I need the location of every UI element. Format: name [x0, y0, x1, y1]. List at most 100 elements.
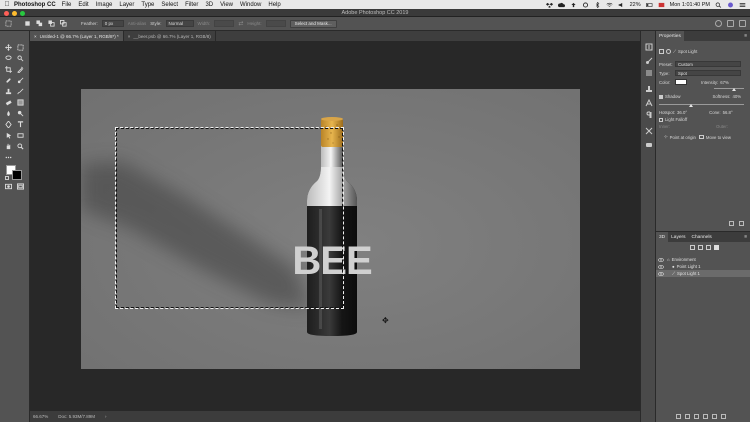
share-icon[interactable]	[739, 20, 746, 27]
menu-file[interactable]: File	[62, 2, 72, 8]
default-colors-icon[interactable]	[5, 176, 9, 180]
visibility-eye-icon[interactable]	[658, 257, 664, 262]
minimize-window-button[interactable]	[12, 10, 17, 16]
paragraph-panel-icon[interactable]	[645, 111, 653, 119]
lights-icon[interactable]	[714, 245, 719, 250]
cone-value[interactable]: 56.8°	[723, 110, 733, 115]
softness-slider-knob[interactable]	[689, 104, 693, 107]
hand-tool-icon[interactable]	[4, 142, 12, 150]
point-at-origin-icon[interactable]: ⊹	[664, 134, 668, 140]
panel-menu-icon[interactable]: ≡	[744, 235, 747, 240]
menu-3d[interactable]: 3D	[205, 2, 213, 8]
zoom-tool-icon[interactable]	[16, 142, 24, 150]
flag-icon[interactable]	[658, 2, 665, 8]
softness-slider[interactable]	[659, 104, 744, 105]
visibility-eye-icon[interactable]	[658, 264, 664, 269]
light-color-swatch[interactable]	[675, 79, 687, 85]
new-selection-icon[interactable]	[23, 20, 31, 28]
tab-3d[interactable]: 3D	[656, 232, 669, 242]
zoom-window-button[interactable]	[20, 10, 25, 16]
quick-mask-icon[interactable]	[4, 182, 12, 190]
menu-edit[interactable]: Edit	[78, 2, 88, 8]
app-menu[interactable]: Photoshop CC	[14, 2, 56, 8]
materials-icon[interactable]	[706, 245, 711, 250]
tab-channels[interactable]: Channels	[689, 232, 715, 242]
light-type-select[interactable]: Spot	[675, 70, 741, 76]
crop-tool-icon[interactable]	[4, 65, 12, 73]
menu-help[interactable]: Help	[268, 2, 280, 8]
intersect-selection-icon[interactable]	[59, 20, 67, 28]
tab-layers[interactable]: Layers	[668, 232, 688, 242]
render-icon[interactable]	[729, 221, 734, 226]
menu-view[interactable]: View	[220, 2, 233, 8]
swap-dimensions-icon[interactable]: ⇄	[238, 20, 243, 27]
path-selection-icon[interactable]	[4, 131, 12, 139]
whole-scene-icon[interactable]	[690, 245, 695, 250]
menu-filter[interactable]: Filter	[185, 2, 198, 8]
style-select[interactable]: Normal	[165, 20, 194, 27]
move-to-view-button[interactable]: Move to view	[706, 135, 731, 140]
apple-icon[interactable]: 	[0, 1, 14, 8]
add-constraint-icon[interactable]	[685, 414, 690, 419]
filter-material-icon[interactable]	[666, 49, 671, 54]
antialias-checkbox[interactable]: Anti-alias	[128, 21, 147, 26]
type-tool-icon[interactable]	[16, 120, 24, 128]
softness-value[interactable]: 40%	[732, 94, 741, 99]
wifi-icon[interactable]	[606, 2, 613, 8]
character-panel-icon[interactable]	[645, 98, 653, 107]
screen-mode-icon[interactable]	[16, 182, 24, 190]
new-object-icon[interactable]	[694, 414, 699, 419]
add-selection-icon[interactable]	[35, 20, 43, 28]
cloud-icon[interactable]	[557, 2, 565, 8]
filter-mesh-icon[interactable]	[659, 49, 664, 54]
edit-toolbar-icon[interactable]	[4, 153, 12, 161]
status-menu-arrow-icon[interactable]: ›	[105, 414, 107, 419]
blur-tool-icon[interactable]	[4, 109, 12, 117]
delete-light-icon[interactable]	[739, 221, 744, 226]
render-scene-icon[interactable]	[703, 414, 708, 419]
menu-layer[interactable]: Layer	[119, 2, 134, 8]
marquee-preset-icon[interactable]	[4, 20, 12, 28]
brush-panel-icon[interactable]	[645, 57, 653, 65]
preset-select[interactable]: Custom	[675, 61, 741, 67]
panel-menu-icon[interactable]: ≡	[744, 34, 747, 39]
menu-type[interactable]: Type	[141, 2, 154, 8]
intensity-slider-knob[interactable]	[732, 88, 736, 91]
intensity-value[interactable]: 67%	[720, 80, 729, 85]
eraser-icon[interactable]	[4, 98, 12, 106]
adjustments-panel-icon[interactable]	[645, 69, 653, 77]
close-tab-icon[interactable]: ×	[128, 34, 131, 39]
move-tool-icon[interactable]	[4, 43, 12, 51]
tab-beer-psb[interactable]: × __beer.psb @ 66.7% (Layer 1, RGB/8)	[124, 31, 216, 41]
toggle-ground-icon[interactable]	[712, 414, 717, 419]
search-panel-icon[interactable]	[715, 20, 722, 27]
add-light-icon[interactable]	[676, 414, 681, 419]
tree-item-spot-light[interactable]: ⟋ Spot Light 1	[656, 270, 750, 277]
clone-source-icon[interactable]	[645, 85, 653, 93]
point-at-origin-button[interactable]: Point at origin	[670, 135, 696, 140]
tree-item-environment[interactable]: ⌂ Environment	[656, 256, 750, 263]
menu-select[interactable]: Select	[161, 2, 178, 8]
delete-icon[interactable]	[721, 414, 726, 419]
select-and-mask-button[interactable]: Select and Mask...	[289, 19, 337, 28]
tree-item-point-light[interactable]: ● Point Light 1	[656, 263, 750, 270]
healing-brush-icon[interactable]	[4, 76, 12, 84]
width-input[interactable]	[214, 20, 235, 27]
dodge-tool-icon[interactable]	[16, 109, 24, 117]
upload-icon[interactable]	[570, 2, 577, 8]
tab-properties[interactable]: Properties	[656, 31, 684, 41]
siri-icon[interactable]	[727, 2, 734, 8]
close-window-button[interactable]	[4, 10, 9, 16]
light-falloff-checkbox[interactable]	[659, 117, 663, 122]
volume-icon[interactable]	[618, 2, 625, 8]
move-to-view-icon[interactable]	[698, 135, 704, 139]
menu-window[interactable]: Window	[240, 2, 261, 8]
gradient-tool-icon[interactable]	[16, 98, 24, 106]
search-icon[interactable]	[715, 2, 722, 8]
feather-input[interactable]: 0 px	[101, 20, 124, 27]
pen-tool-icon[interactable]	[4, 120, 12, 128]
rectangular-marquee-icon[interactable]	[16, 43, 24, 51]
height-input[interactable]	[265, 20, 286, 27]
tab-untitled[interactable]: × Untitled-1 @ 66.7% (Layer 1, RGB/8*) *	[30, 31, 124, 41]
3d-panel-icon[interactable]	[645, 141, 653, 149]
